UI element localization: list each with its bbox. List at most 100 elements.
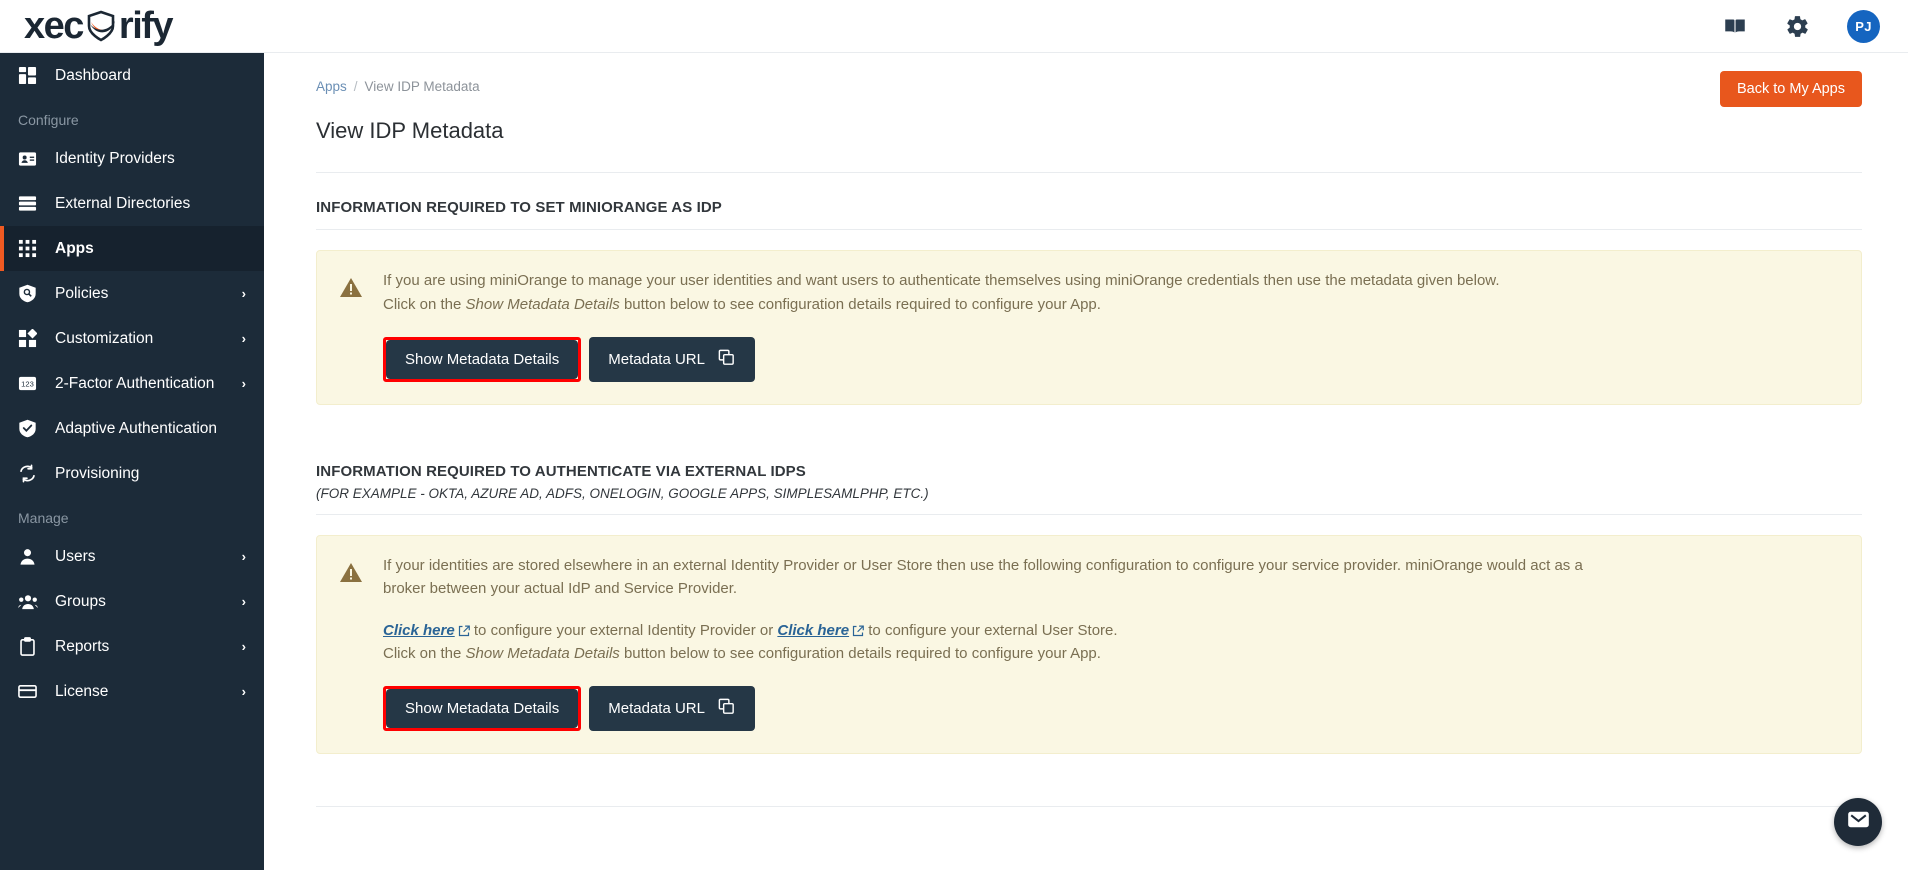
card-icon (18, 682, 44, 701)
sidebar-item-adaptive-authentication[interactable]: Adaptive Authentication (0, 406, 264, 451)
numpad-icon: 123 (18, 374, 44, 393)
chevron-right-icon: › (241, 286, 246, 301)
sidebar-item-groups[interactable]: Groups › (0, 579, 264, 624)
sidebar-item-policies[interactable]: Policies › (0, 271, 264, 316)
section1-alert-line2-emphasis: Show Metadata Details (465, 295, 620, 313)
id-card-icon (18, 149, 44, 168)
external-link-icon (852, 625, 864, 637)
chevron-right-icon: › (241, 549, 246, 564)
section2-title: INFORMATION REQUIRED TO AUTHENTICATE VIA… (316, 462, 806, 480)
sidebar-item-label: Apps (55, 239, 94, 257)
section2-primary-button-highlight: Show Metadata Details (383, 685, 582, 731)
section1-alert: If you are using miniOrange to manage yo… (316, 250, 1862, 405)
sidebar-item-license[interactable]: License › (0, 669, 264, 714)
envelope-icon (1846, 807, 1871, 837)
section2-alert-line4: Click on the Show Metadata Details butto… (383, 644, 1839, 664)
sidebar-item-apps[interactable]: Apps (0, 226, 264, 271)
avatar[interactable]: PJ (1847, 9, 1880, 43)
sidebar-item-customization[interactable]: Customization › (0, 316, 264, 361)
content-wrapper: Back to My Apps Apps / View IDP Metadata… (264, 53, 1908, 754)
warning-triangle-icon (339, 271, 365, 382)
sidebar-item-2-factor-authentication[interactable]: 123 2-Factor Authentication › (0, 361, 264, 406)
sidebar-item-label: Groups (55, 592, 106, 610)
section2-alert-line4-emphasis: Show Metadata Details (465, 644, 620, 662)
section1-button-row: Show Metadata Details Metadata URL (383, 336, 1839, 382)
chevron-right-icon: › (241, 594, 246, 609)
sync-icon (18, 464, 44, 483)
section1-alert-line2-post: button below to see configuration detail… (619, 295, 1101, 313)
section2-metadata-url-button[interactable]: Metadata URL (589, 685, 755, 731)
chat-widget-button[interactable] (1834, 798, 1882, 846)
section2-alert-line2: broker between your actual IdP and Servi… (383, 580, 738, 598)
sidebar-item-label: Policies (55, 284, 109, 302)
copy-icon (717, 697, 736, 720)
svg-text:123: 123 (21, 379, 34, 388)
sidebar-item-label: Adaptive Authentication (55, 419, 218, 437)
breadcrumb-current: View IDP Metadata (364, 79, 480, 94)
breadcrumb: Apps / View IDP Metadata (316, 79, 1862, 94)
users-icon (18, 592, 44, 611)
sidebar-item-label: External Directories (55, 194, 191, 212)
sidebar-item-label: Users (55, 547, 96, 565)
section2-metadata-url-label: Metadata URL (608, 699, 705, 717)
book-icon[interactable] (1722, 13, 1748, 39)
copy-icon (717, 348, 736, 371)
sidebar: Dashboard Configure Identity Providers Exte… (0, 53, 264, 870)
breadcrumb-link-apps[interactable]: Apps (316, 79, 347, 94)
section2-show-metadata-details-button[interactable]: Show Metadata Details (386, 688, 579, 728)
sidebar-item-external-directories[interactable]: External Directories (0, 181, 264, 226)
section2-alert-line1: If your identities are stored elsewhere … (383, 556, 1583, 574)
user-icon (18, 547, 44, 566)
title-divider (316, 172, 1862, 173)
section1-divider (316, 229, 1862, 230)
top-header-bar: xec rify PJ (0, 0, 1908, 53)
section1-alert-line2: Click on the Show Metadata Details butto… (383, 295, 1839, 315)
chevron-right-icon: › (241, 684, 246, 699)
gear-icon[interactable] (1785, 14, 1810, 39)
section1-alert-line1: If you are using miniOrange to manage yo… (383, 272, 1500, 289)
logo-text: xec rify (24, 5, 174, 47)
clipboard-icon (18, 637, 44, 656)
section1-show-metadata-details-button[interactable]: Show Metadata Details (386, 339, 579, 379)
bottom-divider (316, 805, 1862, 807)
logo-text-part2: rify (118, 5, 174, 47)
grid-icon (18, 239, 44, 258)
sidebar-item-label: Customization (55, 329, 154, 347)
sidebar-item-provisioning[interactable]: Provisioning (0, 451, 264, 496)
sidebar-item-label: Provisioning (55, 464, 140, 482)
sidebar-item-label: Reports (55, 637, 110, 655)
section2-alert-body: If your identities are stored elsewhere … (383, 556, 1839, 731)
sidebar-item-identity-providers[interactable]: Identity Providers (0, 136, 264, 181)
sidebar-item-label: Dashboard (55, 66, 131, 84)
main-content: Back to My Apps Apps / View IDP Metadata… (264, 53, 1908, 870)
section1-alert-body: If you are using miniOrange to manage yo… (383, 271, 1839, 382)
configure-external-user-store-link[interactable]: Click here (777, 621, 864, 641)
dashboard-icon (18, 66, 44, 85)
sidebar-item-users[interactable]: Users › (0, 534, 264, 579)
shield-check-icon (18, 419, 44, 438)
configure-external-idp-link[interactable]: Click here (383, 621, 470, 641)
configure-external-idp-link-label: Click here (383, 622, 455, 640)
page-title: View IDP Metadata (316, 118, 504, 143)
list-icon (18, 194, 44, 213)
sidebar-section-manage: Manage (18, 510, 69, 526)
section1-metadata-url-label: Metadata URL (608, 350, 705, 368)
sidebar-section-configure: Configure (18, 112, 79, 128)
breadcrumb-separator: / (353, 79, 358, 94)
section1-alert-line2-pre: Click on the (383, 295, 466, 313)
chevron-right-icon: › (241, 331, 246, 346)
app-logo[interactable]: xec rify (0, 0, 264, 53)
section1-primary-button-highlight: Show Metadata Details (383, 336, 582, 382)
section2-alert: If your identities are stored elsewhere … (316, 534, 1862, 754)
section2-button-row: Show Metadata Details Metadata URL (383, 685, 1839, 731)
section1-title: INFORMATION REQUIRED TO SET MINIORANGE A… (316, 199, 722, 216)
shield-logo-icon (84, 9, 118, 43)
section2-divider (316, 513, 1862, 515)
avatar-initials: PJ (1855, 18, 1872, 34)
back-to-my-apps-button[interactable]: Back to My Apps (1720, 71, 1862, 107)
section2-subtitle: (FOR EXAMPLE - OKTA, AZURE AD, ADFS, ONE… (316, 485, 929, 501)
section2-alert-links-line: Click here to configure your external Id… (383, 621, 1839, 641)
section1-metadata-url-button[interactable]: Metadata URL (589, 336, 755, 382)
sidebar-item-dashboard[interactable]: Dashboard (0, 53, 264, 98)
sidebar-item-reports[interactable]: Reports › (0, 624, 264, 669)
